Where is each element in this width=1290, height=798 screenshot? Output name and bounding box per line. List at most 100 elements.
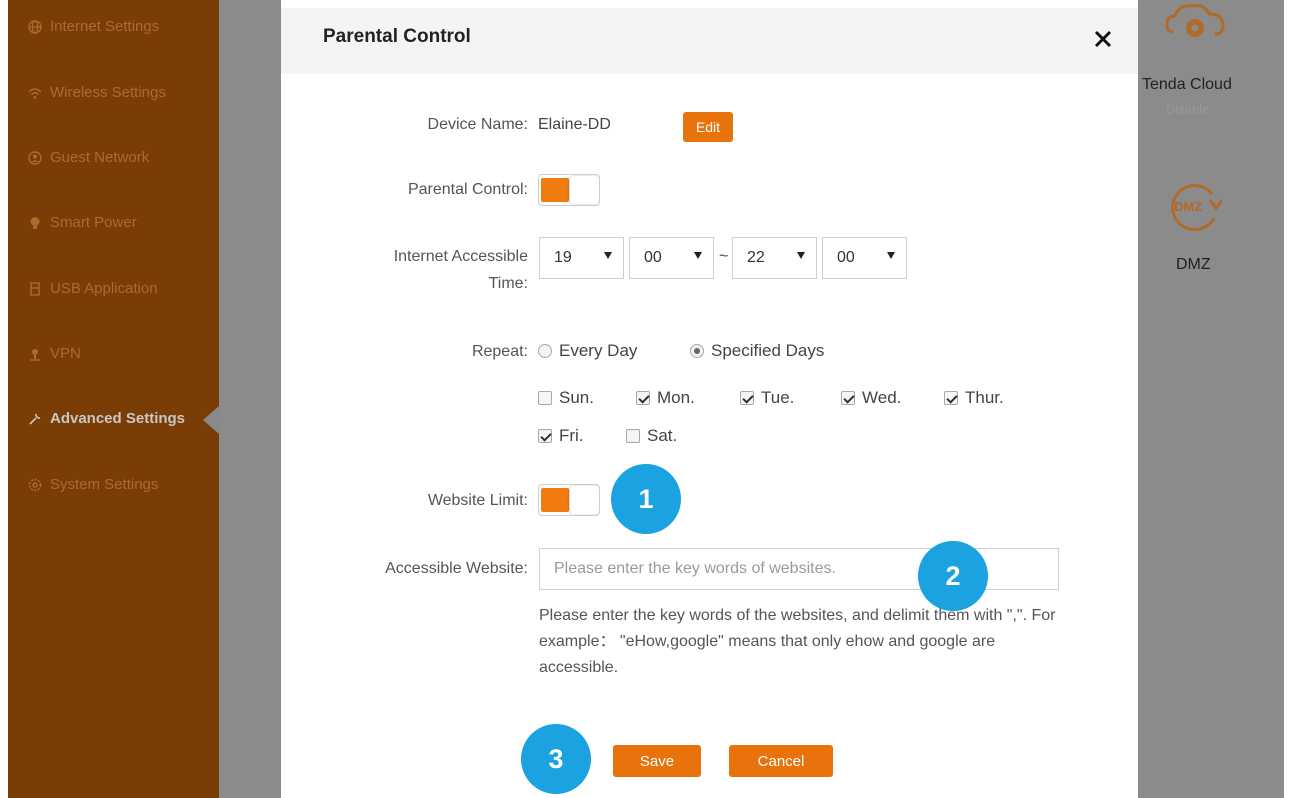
radio-label: Every Day — [559, 341, 638, 360]
day-checkbox-sat[interactable]: Sat. — [626, 426, 677, 446]
radio-button — [538, 344, 552, 358]
left-edge — [0, 0, 8, 798]
sidebar-item-system-settings[interactable]: System Settings — [28, 476, 158, 493]
modal-backdrop-left — [219, 0, 281, 798]
checkbox — [538, 429, 552, 443]
tenda-cloud-status: Disable — [1166, 102, 1210, 117]
toggle-knob — [569, 176, 599, 204]
checkbox — [740, 391, 754, 405]
day-label: Tue. — [761, 388, 795, 407]
day-checkbox-wed[interactable]: Wed. — [841, 388, 901, 408]
active-item-caret — [203, 406, 219, 434]
sidebar-item-label: USB Application — [50, 280, 158, 297]
tools-icon — [28, 412, 42, 426]
guest-network-icon — [28, 150, 42, 165]
close-icon[interactable] — [1093, 29, 1113, 49]
sidebar-item-label: VPN — [50, 345, 81, 362]
end-minute-select[interactable]: 00 — [822, 237, 907, 279]
sidebar-item-guest-network[interactable]: Guest Network — [28, 149, 149, 166]
sidebar-item-smart-power[interactable]: Smart Power — [28, 214, 137, 231]
globe-icon — [28, 19, 42, 34]
sidebar-item-label: Advanced Settings — [50, 410, 186, 427]
sidebar-item-label: Guest Network — [50, 149, 150, 166]
modal-backdrop-right — [1138, 0, 1290, 798]
sidebar: Internet Settings Wireless Settings Gues… — [8, 0, 219, 798]
start-minute-select[interactable]: 00 — [629, 237, 714, 279]
checkbox — [841, 391, 855, 405]
callout-badge-3: 3 — [521, 724, 591, 794]
save-button[interactable]: Save — [613, 745, 701, 777]
radio-label: Specified Days — [711, 341, 825, 360]
device-name-label: Device Name: — [427, 116, 528, 133]
access-time-label-line1: Internet Accessible — [393, 248, 528, 265]
dmz-label[interactable]: DMZ — [1176, 256, 1211, 274]
tenda-cloud-label[interactable]: Tenda Cloud — [1142, 76, 1232, 94]
checkbox — [944, 391, 958, 405]
vpn-icon — [28, 347, 42, 361]
day-checkbox-sun[interactable]: Sun. — [538, 388, 594, 408]
accessible-website-hint: Please enter the key words of the websit… — [539, 607, 1056, 676]
day-label: Sun. — [559, 388, 594, 407]
day-checkbox-mon[interactable]: Mon. — [636, 388, 695, 408]
svg-text:DMZ: DMZ — [1174, 199, 1202, 214]
gear-icon — [28, 478, 42, 492]
cloud-gear-icon[interactable] — [1165, 2, 1227, 46]
time-range-separator: ~ — [719, 248, 729, 265]
callout-badge-2: 2 — [918, 541, 988, 611]
parental-control-toggle[interactable] — [538, 174, 600, 206]
website-limit-label: Website Limit: — [427, 492, 528, 509]
sidebar-item-advanced-settings[interactable]: Advanced Settings — [28, 410, 185, 427]
day-label: Mon. — [657, 388, 695, 407]
day-label: Thur. — [965, 388, 1004, 407]
day-checkbox-fri[interactable]: Fri. — [538, 426, 584, 446]
toggle-knob — [569, 486, 599, 514]
chevron-down-icon — [887, 252, 895, 259]
checkbox — [626, 429, 640, 443]
sidebar-item-usb-application[interactable]: USB Application — [28, 280, 158, 297]
accessible-website-label: Accessible Website: — [385, 560, 528, 577]
sidebar-item-vpn[interactable]: VPN — [28, 345, 81, 362]
start-hour-value: 19 — [554, 249, 572, 266]
checkbox — [636, 391, 650, 405]
cancel-button[interactable]: Cancel — [729, 745, 833, 777]
repeat-every-day-radio[interactable]: Every Day — [538, 341, 637, 361]
start-hour-select[interactable]: 19 — [539, 237, 624, 279]
toggle-fill — [541, 488, 569, 512]
sidebar-item-wireless-settings[interactable]: Wireless Settings — [28, 84, 166, 101]
end-minute-value: 00 — [837, 249, 855, 266]
website-limit-toggle[interactable] — [538, 484, 600, 516]
device-name-value: Elaine-DD — [538, 116, 611, 133]
parental-control-dialog: Parental Control Device Name: Elaine-DD … — [281, 0, 1138, 798]
day-label: Wed. — [862, 388, 902, 407]
day-checkbox-thur[interactable]: Thur. — [944, 388, 1004, 408]
sidebar-item-label: Smart Power — [50, 214, 137, 231]
sidebar-item-label: Internet Settings — [50, 18, 160, 35]
dialog-header: Parental Control — [281, 8, 1138, 74]
toggle-fill — [541, 178, 569, 202]
repeat-label: Repeat: — [471, 343, 528, 360]
day-label: Sat. — [647, 426, 678, 445]
checkbox — [538, 391, 552, 405]
repeat-specified-days-radio[interactable]: Specified Days — [690, 341, 824, 361]
right-edge — [1284, 0, 1290, 798]
start-minute-value: 00 — [644, 249, 662, 266]
chevron-down-icon — [604, 252, 612, 259]
end-hour-select[interactable]: 22 — [732, 237, 817, 279]
sidebar-item-internet-settings[interactable]: Internet Settings — [28, 18, 159, 35]
chevron-down-icon — [694, 252, 702, 259]
dialog-title: Parental Control — [323, 26, 471, 47]
day-checkbox-tue[interactable]: Tue. — [740, 388, 794, 408]
parental-control-label: Parental Control: — [407, 181, 528, 198]
callout-badge-1: 1 — [611, 464, 681, 534]
bulb-icon — [28, 216, 42, 230]
edit-button[interactable]: Edit — [683, 112, 733, 142]
sidebar-item-label: Wireless Settings — [50, 84, 166, 101]
wifi-icon — [28, 86, 42, 100]
dmz-icon[interactable]: DMZ — [1166, 180, 1222, 232]
usb-icon — [28, 281, 42, 296]
access-time-label-line2: Time: — [488, 275, 528, 292]
chevron-down-icon — [797, 252, 805, 259]
radio-button — [690, 344, 704, 358]
day-label: Fri. — [559, 426, 584, 445]
sidebar-item-label: System Settings — [50, 476, 159, 493]
